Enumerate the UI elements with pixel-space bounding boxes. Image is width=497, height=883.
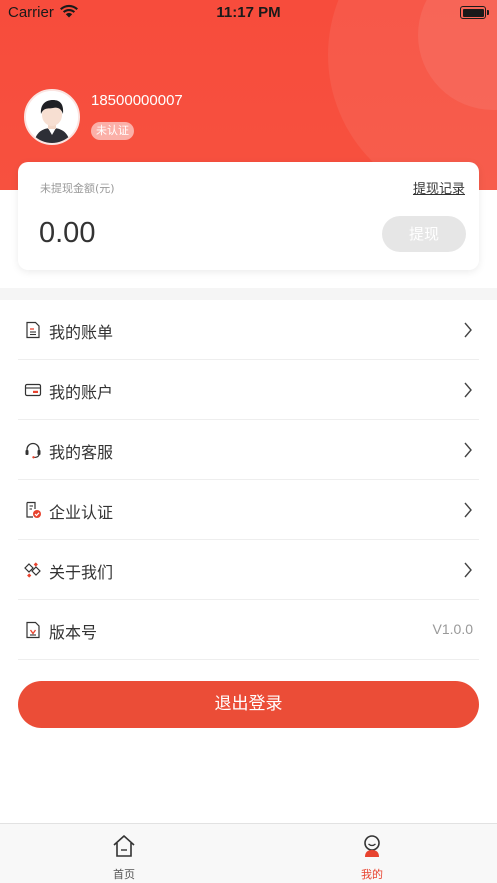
chevron-right-icon — [464, 562, 472, 578]
version-value: V1.0.0 — [432, 621, 473, 637]
battery-icon — [460, 6, 489, 19]
document-icon — [26, 621, 40, 639]
clock: 11:17 PM — [216, 4, 281, 21]
withdraw-record-link[interactable]: 提现记录 — [413, 178, 465, 197]
menu-item-label: 我的账单 — [49, 323, 114, 342]
tab-label: 首页 — [113, 868, 135, 881]
bill-icon — [26, 321, 40, 339]
tab-bar: 首页 我的 — [0, 823, 497, 883]
tab-home[interactable]: 首页 — [64, 824, 184, 883]
avatar-illustration-icon — [26, 91, 78, 143]
menu-item-label: 我的客服 — [49, 443, 114, 462]
about-icon — [24, 562, 41, 578]
section-divider — [0, 288, 497, 300]
chevron-right-icon — [464, 382, 472, 398]
menu-item-account[interactable]: 我的账户 — [18, 360, 479, 420]
cert-status-badge: 未认证 — [91, 122, 134, 140]
certificate-icon — [26, 501, 41, 518]
user-phone: 18500000007 — [91, 92, 183, 109]
menu-item-bill[interactable]: 我的账单 — [18, 300, 479, 360]
chevron-right-icon — [464, 502, 472, 518]
menu-item-label: 我的账户 — [49, 383, 114, 402]
user-icon — [364, 835, 380, 857]
chevron-right-icon — [464, 322, 472, 338]
menu-item-label: 版本号 — [49, 623, 98, 642]
status-bar: Carrier 11:17 PM — [0, 0, 497, 26]
balance-card: 未提现金额(元) 提现记录 0.00 提现 — [18, 162, 479, 270]
menu-item-enterprise-cert[interactable]: 企业认证 — [18, 480, 479, 540]
logout-button[interactable]: 退出登录 — [18, 681, 479, 728]
menu-item-label: 企业认证 — [49, 503, 114, 522]
menu-item-label: 关于我们 — [49, 563, 114, 582]
menu-list: 我的账单 我的账户 我的客服 企业认证 关于我们 版本号 V1.0.0 — [0, 300, 497, 660]
balance-amount: 0.00 — [39, 217, 96, 249]
headset-icon — [25, 442, 41, 459]
chevron-right-icon — [464, 442, 472, 458]
avatar[interactable] — [24, 89, 80, 145]
tab-mine[interactable]: 我的 — [312, 824, 432, 883]
menu-item-service[interactable]: 我的客服 — [18, 420, 479, 480]
menu-item-version: 版本号 V1.0.0 — [18, 600, 479, 660]
balance-label: 未提现金额(元) — [40, 182, 115, 195]
card-icon — [24, 383, 42, 397]
withdraw-button[interactable]: 提现 — [382, 216, 466, 252]
menu-item-about[interactable]: 关于我们 — [18, 540, 479, 600]
tab-label: 我的 — [361, 868, 383, 881]
home-icon — [113, 835, 135, 857]
